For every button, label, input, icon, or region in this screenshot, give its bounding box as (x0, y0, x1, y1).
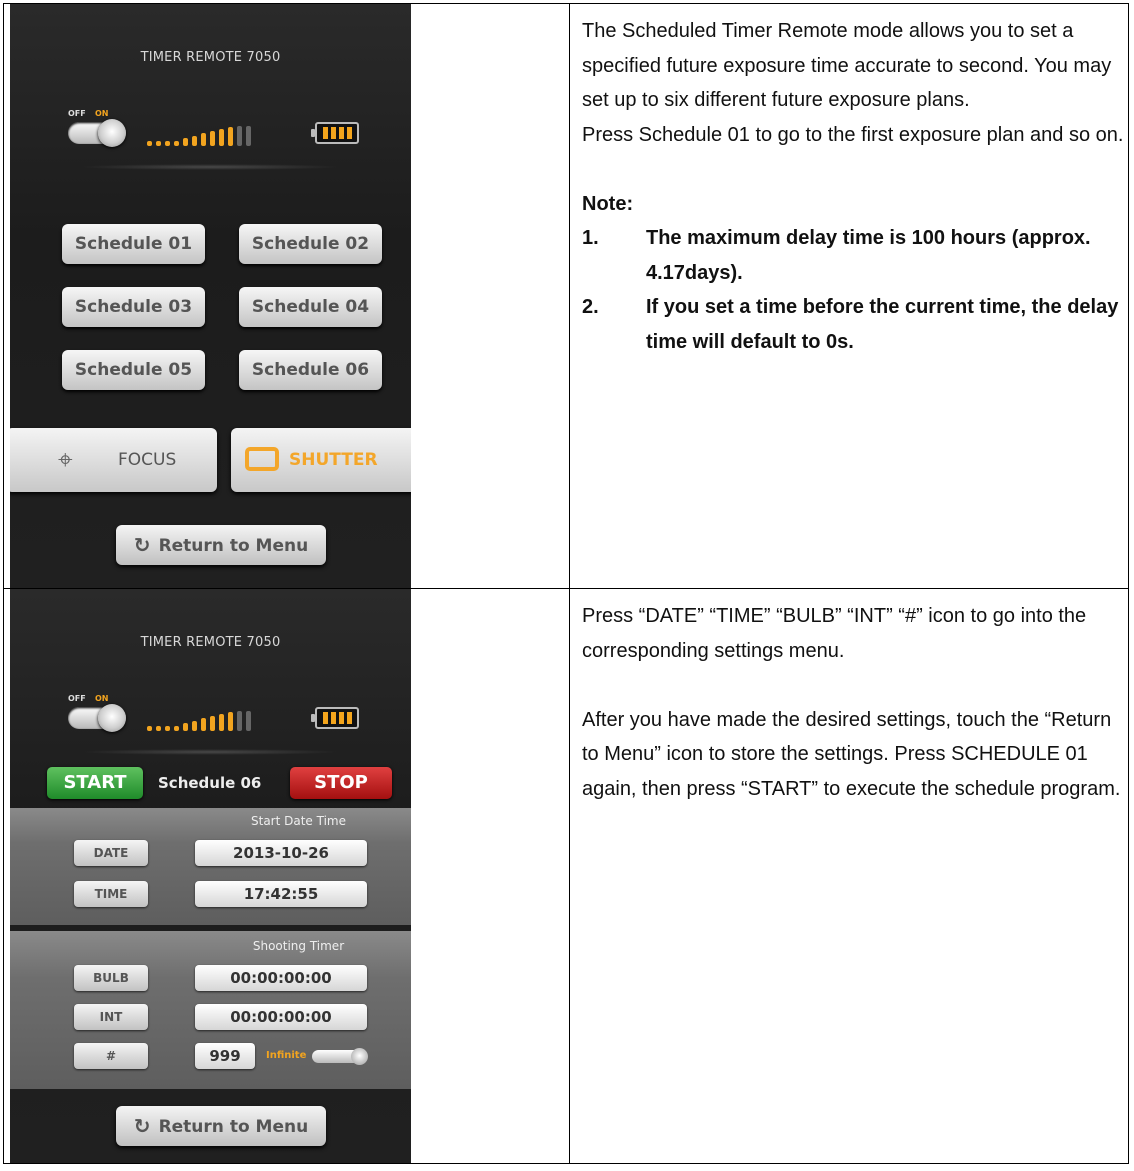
toggle-off-label: OFF (68, 109, 86, 118)
description-text: Press “DATE” “TIME” “BULB” “INT” “#” ico… (570, 589, 1128, 806)
description-cell: The Scheduled Timer Remote mode allows y… (569, 3, 1129, 589)
return-to-menu-button[interactable]: ↻ Return to Menu (116, 525, 326, 565)
date-value[interactable]: 2013-10-26 (195, 840, 367, 866)
panel-title: Start Date Time (251, 814, 346, 828)
toggle-on-label: ON (95, 694, 109, 703)
infinite-label: Infinite (266, 1050, 307, 1061)
instruction-paragraph: Press Schedule 01 to go to the first exp… (582, 123, 1124, 146)
table-row: TIMER REMOTE 7050 OFF ON Schedule 01 Sch… (3, 3, 1129, 589)
schedule-06-button[interactable]: Schedule 06 (239, 350, 382, 390)
time-value[interactable]: 17:42:55 (195, 881, 367, 907)
date-button[interactable]: DATE (74, 840, 148, 866)
schedule-05-button[interactable]: Schedule 05 (62, 350, 205, 390)
instruction-paragraph: After you have made the desired settings… (582, 708, 1121, 800)
int-button[interactable]: INT (74, 1004, 148, 1030)
schedule-name: Schedule 06 (158, 774, 262, 792)
return-icon: ↻ (133, 1114, 151, 1138)
infinite-toggle[interactable] (312, 1048, 368, 1065)
phone-screen-schedule-detail: TIMER REMOTE 7050 OFF ON START Schedule … (10, 589, 411, 1163)
battery-icon (311, 707, 359, 729)
instruction-table: TIMER REMOTE 7050 OFF ON Schedule 01 Sch… (3, 3, 1129, 1164)
stop-button[interactable]: STOP (290, 767, 392, 799)
time-button[interactable]: TIME (74, 881, 148, 907)
start-date-time-panel: Start Date Time DATE 2013-10-26 TIME 17:… (10, 808, 411, 925)
divider (80, 164, 340, 170)
return-to-menu-button[interactable]: ↻ Return to Menu (116, 1106, 326, 1146)
divider (80, 749, 340, 755)
panel-title: Shooting Timer (252, 939, 345, 953)
count-value[interactable]: 999 (195, 1043, 255, 1069)
return-label: Return to Menu (158, 1117, 309, 1137)
instruction-paragraph: Press “DATE” “TIME” “BULB” “INT” “#” ico… (582, 605, 1087, 662)
description-cell: Press “DATE” “TIME” “BULB” “INT” “#” ico… (569, 588, 1129, 1164)
return-label: Return to Menu (158, 536, 309, 556)
screenshot-cell: TIMER REMOTE 7050 OFF ON START Schedule … (3, 588, 570, 1164)
camera-icon (245, 447, 279, 471)
note-block: Note: 1. The maximum delay time is 100 ho… (582, 187, 1128, 360)
power-toggle[interactable] (68, 704, 126, 732)
app-title: TIMER REMOTE 7050 (140, 50, 281, 65)
start-button[interactable]: START (47, 767, 143, 799)
toggle-knob (351, 1048, 368, 1065)
battery-icon (311, 122, 359, 144)
toggle-knob (98, 704, 126, 732)
note-heading: Note: (582, 192, 634, 215)
toggle-knob (98, 119, 126, 147)
app-title: TIMER REMOTE 7050 (140, 635, 281, 650)
bulb-value[interactable]: 00:00:00:00 (195, 965, 367, 991)
schedule-01-button[interactable]: Schedule 01 (62, 224, 205, 264)
shooting-timer-panel: Shooting Timer BULB 00:00:00:00 INT 00:0… (10, 931, 411, 1089)
description-text: The Scheduled Timer Remote mode allows y… (570, 4, 1128, 359)
intro-paragraph: The Scheduled Timer Remote mode allows y… (582, 20, 1112, 111)
screenshot-cell: TIMER REMOTE 7050 OFF ON Schedule 01 Sch… (3, 3, 570, 589)
schedule-03-button[interactable]: Schedule 03 (62, 287, 205, 327)
count-button[interactable]: # (74, 1043, 148, 1069)
shutter-button[interactable]: SHUTTER (231, 428, 411, 492)
shutter-label: SHUTTER (289, 450, 378, 470)
toggle-off-label: OFF (68, 694, 86, 703)
power-toggle[interactable] (68, 119, 126, 147)
table-row: TIMER REMOTE 7050 OFF ON START Schedule … (3, 588, 1129, 1164)
return-icon: ↻ (133, 533, 151, 557)
schedule-04-button[interactable]: Schedule 04 (239, 287, 382, 327)
focus-label: FOCUS (118, 450, 177, 470)
schedule-02-button[interactable]: Schedule 02 (239, 224, 382, 264)
bulb-button[interactable]: BULB (74, 965, 148, 991)
focus-icon: ⌖ (58, 445, 73, 475)
phone-screen-schedule-menu: TIMER REMOTE 7050 OFF ON Schedule 01 Sch… (10, 4, 411, 588)
toggle-on-label: ON (95, 109, 109, 118)
list-item: 1. The maximum delay time is 100 hours (a… (582, 227, 1091, 284)
signal-strength-icon (147, 711, 287, 731)
int-value[interactable]: 00:00:00:00 (195, 1004, 367, 1030)
focus-button[interactable]: ⌖ FOCUS (10, 428, 217, 492)
note-list: 1. The maximum delay time is 100 hours (a… (582, 221, 1128, 359)
signal-strength-icon (147, 126, 287, 146)
list-item: 2. If you set a time before the current t… (582, 296, 1119, 353)
